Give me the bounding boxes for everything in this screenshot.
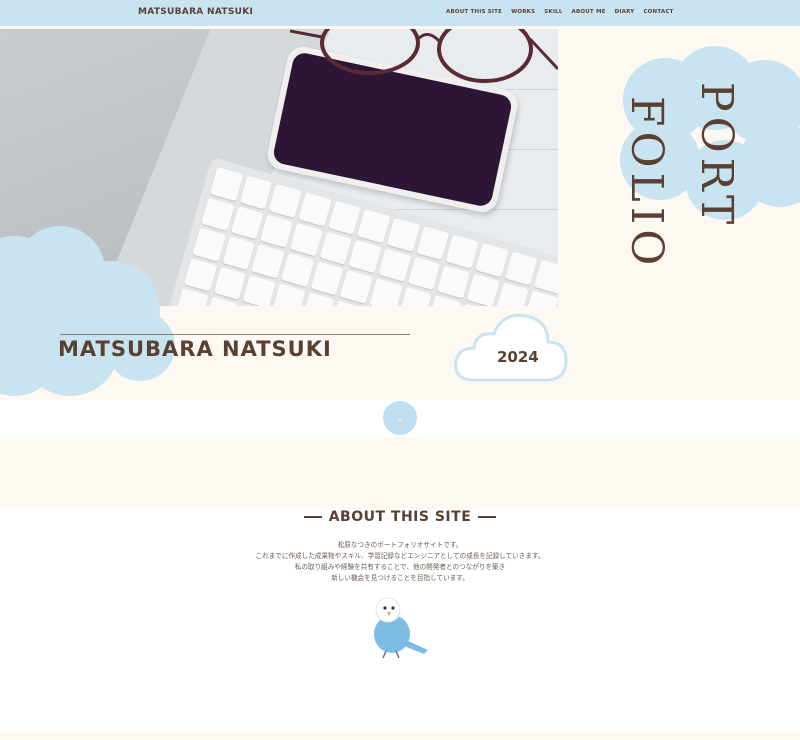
- hero-section: FOLIO PORT MATSUBARA NATSUKI 2024: [0, 26, 800, 400]
- nav-diary[interactable]: DIARY: [615, 9, 635, 15]
- about-heading-text: ABOUT THIS SITE: [328, 509, 472, 525]
- about-line-3: 私の取り組みや経験を共有することで、他の開発者とのつながりを築き: [294, 563, 506, 571]
- nav-about-me[interactable]: ABOUT ME: [572, 9, 606, 15]
- site-header: MATSUBARA NATSUKI ABOUT THIS SITE WORKS …: [0, 0, 800, 26]
- about-line-4: 新しい機会を見つけることを目指しています。: [331, 574, 469, 582]
- budgie-icon: [374, 597, 428, 659]
- cloud-decoration-left: [0, 226, 175, 396]
- site-logo[interactable]: MATSUBARA NATSUKI: [138, 7, 253, 17]
- portfolio-title: FOLIO PORT: [621, 82, 742, 271]
- bottom-band: [0, 732, 800, 740]
- cloud-outline-icon: [454, 313, 568, 382]
- heading-rule-right: [478, 516, 497, 518]
- about-line-1: 松原なつきのポートフォリオサイトです。: [337, 541, 463, 549]
- portfolio-title-port: PORT: [691, 82, 742, 230]
- hero-year: 2024: [497, 348, 539, 366]
- nav-about-this-site[interactable]: ABOUT THIS SITE: [446, 9, 502, 15]
- nav-skill[interactable]: SKILL: [544, 9, 562, 15]
- scroll-down-button[interactable]: ⌄: [383, 401, 417, 435]
- chevron-down-icon: ⌄: [395, 412, 405, 424]
- portfolio-title-folio: FOLIO: [621, 96, 672, 271]
- main-nav: ABOUT THIS SITE WORKS SKILL ABOUT ME DIA…: [446, 9, 674, 15]
- heading-rule-left: [303, 516, 322, 518]
- section-band: [0, 437, 800, 509]
- nav-contact[interactable]: CONTACT: [643, 9, 673, 15]
- hero-name: MATSUBARA NATSUKI: [58, 337, 332, 361]
- glasses-image: [290, 29, 558, 83]
- about-text: 松原なつきのポートフォリオサイトです。 これまでに作成した成果物やスキル、学習記…: [0, 540, 800, 584]
- nav-works[interactable]: WORKS: [511, 9, 535, 15]
- name-divider: [60, 334, 410, 335]
- about-heading: ABOUT THIS SITE: [0, 509, 800, 525]
- about-line-2: これまでに作成した成果物やスキル、学習記録などエンジニアとしての成長を記録してい…: [255, 552, 545, 560]
